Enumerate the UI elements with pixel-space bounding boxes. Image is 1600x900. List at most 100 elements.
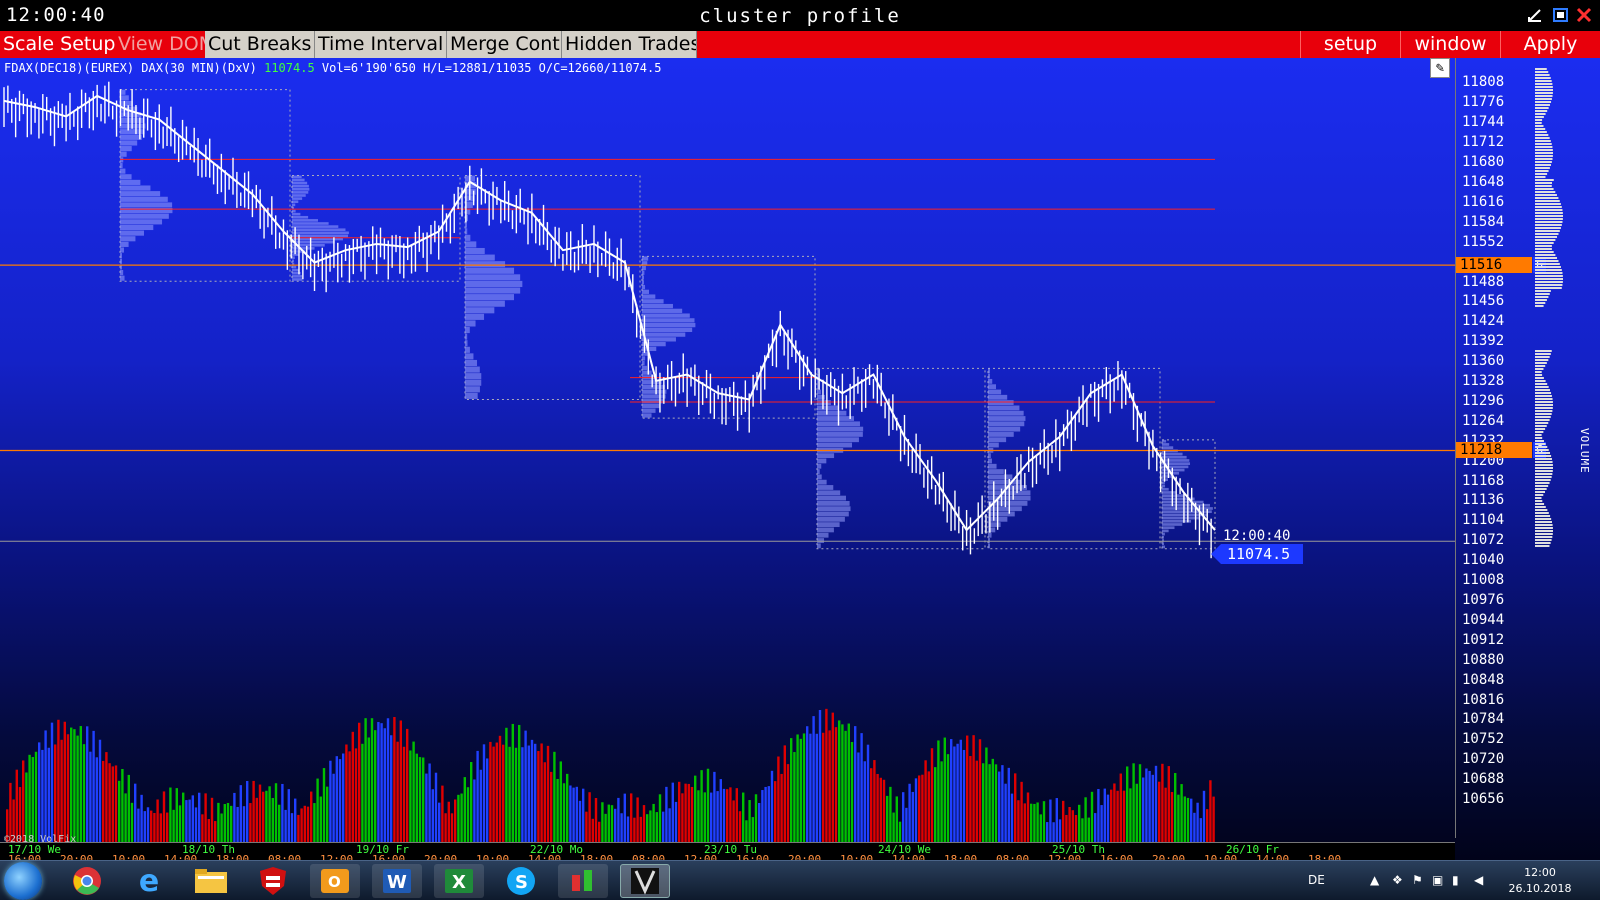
volume-bar xyxy=(114,765,118,842)
volume-bar xyxy=(1158,781,1161,842)
volume-bar xyxy=(102,760,105,842)
volume-profile-bar xyxy=(1535,134,1549,136)
network-signal-icon[interactable]: ▮ xyxy=(1452,873,1459,887)
pencil-icon[interactable]: ✎ xyxy=(1430,58,1450,78)
volume-profile-bar xyxy=(1535,410,1553,412)
volume-bar xyxy=(646,814,649,842)
volume-profile-bar xyxy=(1535,260,1559,262)
volume-profile-bar xyxy=(1535,365,1546,367)
profile-bar xyxy=(988,432,1014,437)
volume-bar xyxy=(652,803,655,842)
profile-bar xyxy=(988,426,1021,432)
cut-breaks-button[interactable]: Cut Breaks xyxy=(205,31,315,58)
volume-bar xyxy=(556,778,559,842)
price-chart[interactable] xyxy=(0,58,1455,842)
volume-bar xyxy=(1106,794,1110,842)
setup-button[interactable]: setup xyxy=(1300,31,1400,58)
chart-area[interactable]: FDAX(DEC18)(EUREX) DAX(30 MIN)(DxV) 1107… xyxy=(0,58,1600,866)
profile-bar xyxy=(465,320,476,327)
time-axis[interactable]: 17/10 We 18/10 Th 19/10 Fr 22/10 Mo 23/10 Tu… xyxy=(0,842,1455,866)
chrome-icon[interactable] xyxy=(62,864,112,898)
volume-bar xyxy=(1078,804,1081,842)
volume-bar xyxy=(502,744,505,842)
hidden-trades-button[interactable]: Hidden Trades xyxy=(562,31,697,58)
profile-bar xyxy=(1162,516,1200,520)
volume-bar xyxy=(1001,765,1004,842)
svg-text:W: W xyxy=(387,872,407,893)
tray-expand-icon[interactable]: ▲ xyxy=(1370,873,1379,887)
volume-profile-bar xyxy=(1535,302,1546,304)
volume-bar xyxy=(169,787,172,842)
volfix-icon[interactable] xyxy=(620,864,670,898)
volume-bar xyxy=(255,797,258,842)
profile-bar xyxy=(988,469,1004,474)
scale-setup-button[interactable]: Scale Setup xyxy=(0,31,115,58)
speaker-muted-icon[interactable]: ◀ xyxy=(1474,873,1483,887)
volume-bar xyxy=(377,722,380,842)
volume-bar xyxy=(1199,818,1202,842)
flag-icon[interactable]: ⚑ xyxy=(1412,873,1423,887)
volume-profile-bar xyxy=(1535,371,1542,373)
explorer-folder-icon[interactable] xyxy=(186,864,236,898)
volume-bar xyxy=(850,742,854,842)
profile-bar xyxy=(120,202,173,208)
volume-bar xyxy=(774,781,777,842)
volume-bar xyxy=(818,710,822,842)
volume-bar xyxy=(543,762,546,842)
profile-bar xyxy=(642,308,683,313)
volume-bar xyxy=(1110,789,1113,842)
trading-chart-icon[interactable] xyxy=(558,864,608,898)
volume-bar xyxy=(268,786,271,842)
view-dom-button[interactable]: View DOM xyxy=(115,31,205,58)
merge-contr-button[interactable]: Merge Contr xyxy=(447,31,562,58)
apply-button[interactable]: Apply xyxy=(1500,31,1600,58)
device-icon[interactable]: ▣ xyxy=(1432,873,1443,887)
profile-bar xyxy=(642,356,646,361)
volume-bar xyxy=(838,720,841,842)
volume-bar xyxy=(300,808,303,842)
volume-profile-bar xyxy=(1535,257,1558,259)
volume-profile-bar xyxy=(1535,131,1547,133)
profile-bar xyxy=(642,408,656,413)
volume-profile-bar xyxy=(1535,248,1552,250)
volume-bar xyxy=(326,786,329,842)
volume-profile-bar xyxy=(1535,161,1552,163)
profile-bar xyxy=(988,410,1024,416)
internet-explorer-icon[interactable]: e xyxy=(124,864,174,899)
volume-bar xyxy=(876,773,879,842)
profile-bar xyxy=(465,307,495,314)
volume-bar xyxy=(31,757,34,842)
profile-bar xyxy=(817,442,852,448)
volume-bar xyxy=(751,817,754,842)
volume-bar xyxy=(182,792,185,842)
profile-bar xyxy=(642,413,652,418)
outlook-icon[interactable]: O xyxy=(310,864,360,898)
profile-bar xyxy=(988,405,1020,411)
maximize-icon[interactable] xyxy=(1553,7,1569,23)
profile-bar xyxy=(817,522,840,528)
volume-bar xyxy=(252,780,255,842)
start-button[interactable] xyxy=(4,862,42,900)
minimize-icon[interactable] xyxy=(1527,7,1543,23)
tray-clock[interactable]: 12:00 26.10.2018 xyxy=(1500,865,1580,897)
word-icon[interactable]: W xyxy=(372,864,422,898)
security-shield-icon[interactable] xyxy=(248,864,298,898)
volume-bar xyxy=(70,727,73,842)
volume-profile-bar xyxy=(1535,398,1553,400)
profile-bar xyxy=(292,212,301,216)
time-interval-button[interactable]: Time Interval xyxy=(315,31,447,58)
volume-bar xyxy=(697,790,700,842)
close-icon[interactable] xyxy=(1576,7,1592,23)
skype-icon[interactable]: S xyxy=(496,864,546,898)
volume-bar xyxy=(1055,798,1058,842)
profile-bar xyxy=(988,400,1014,405)
window-button[interactable]: window xyxy=(1400,31,1500,58)
profile-bar xyxy=(120,179,141,185)
price-axis[interactable]: 11808 11776 11744 11712 11680 11648 11616 11584… xyxy=(1455,58,1546,838)
input-language[interactable]: DE xyxy=(1308,873,1325,887)
volume-profile-bar xyxy=(1535,431,1544,433)
excel-icon[interactable]: X xyxy=(434,864,484,898)
volume-profile-bar xyxy=(1535,374,1543,376)
dropbox-icon[interactable]: ❖ xyxy=(1392,873,1403,887)
profile-bar xyxy=(642,327,693,332)
